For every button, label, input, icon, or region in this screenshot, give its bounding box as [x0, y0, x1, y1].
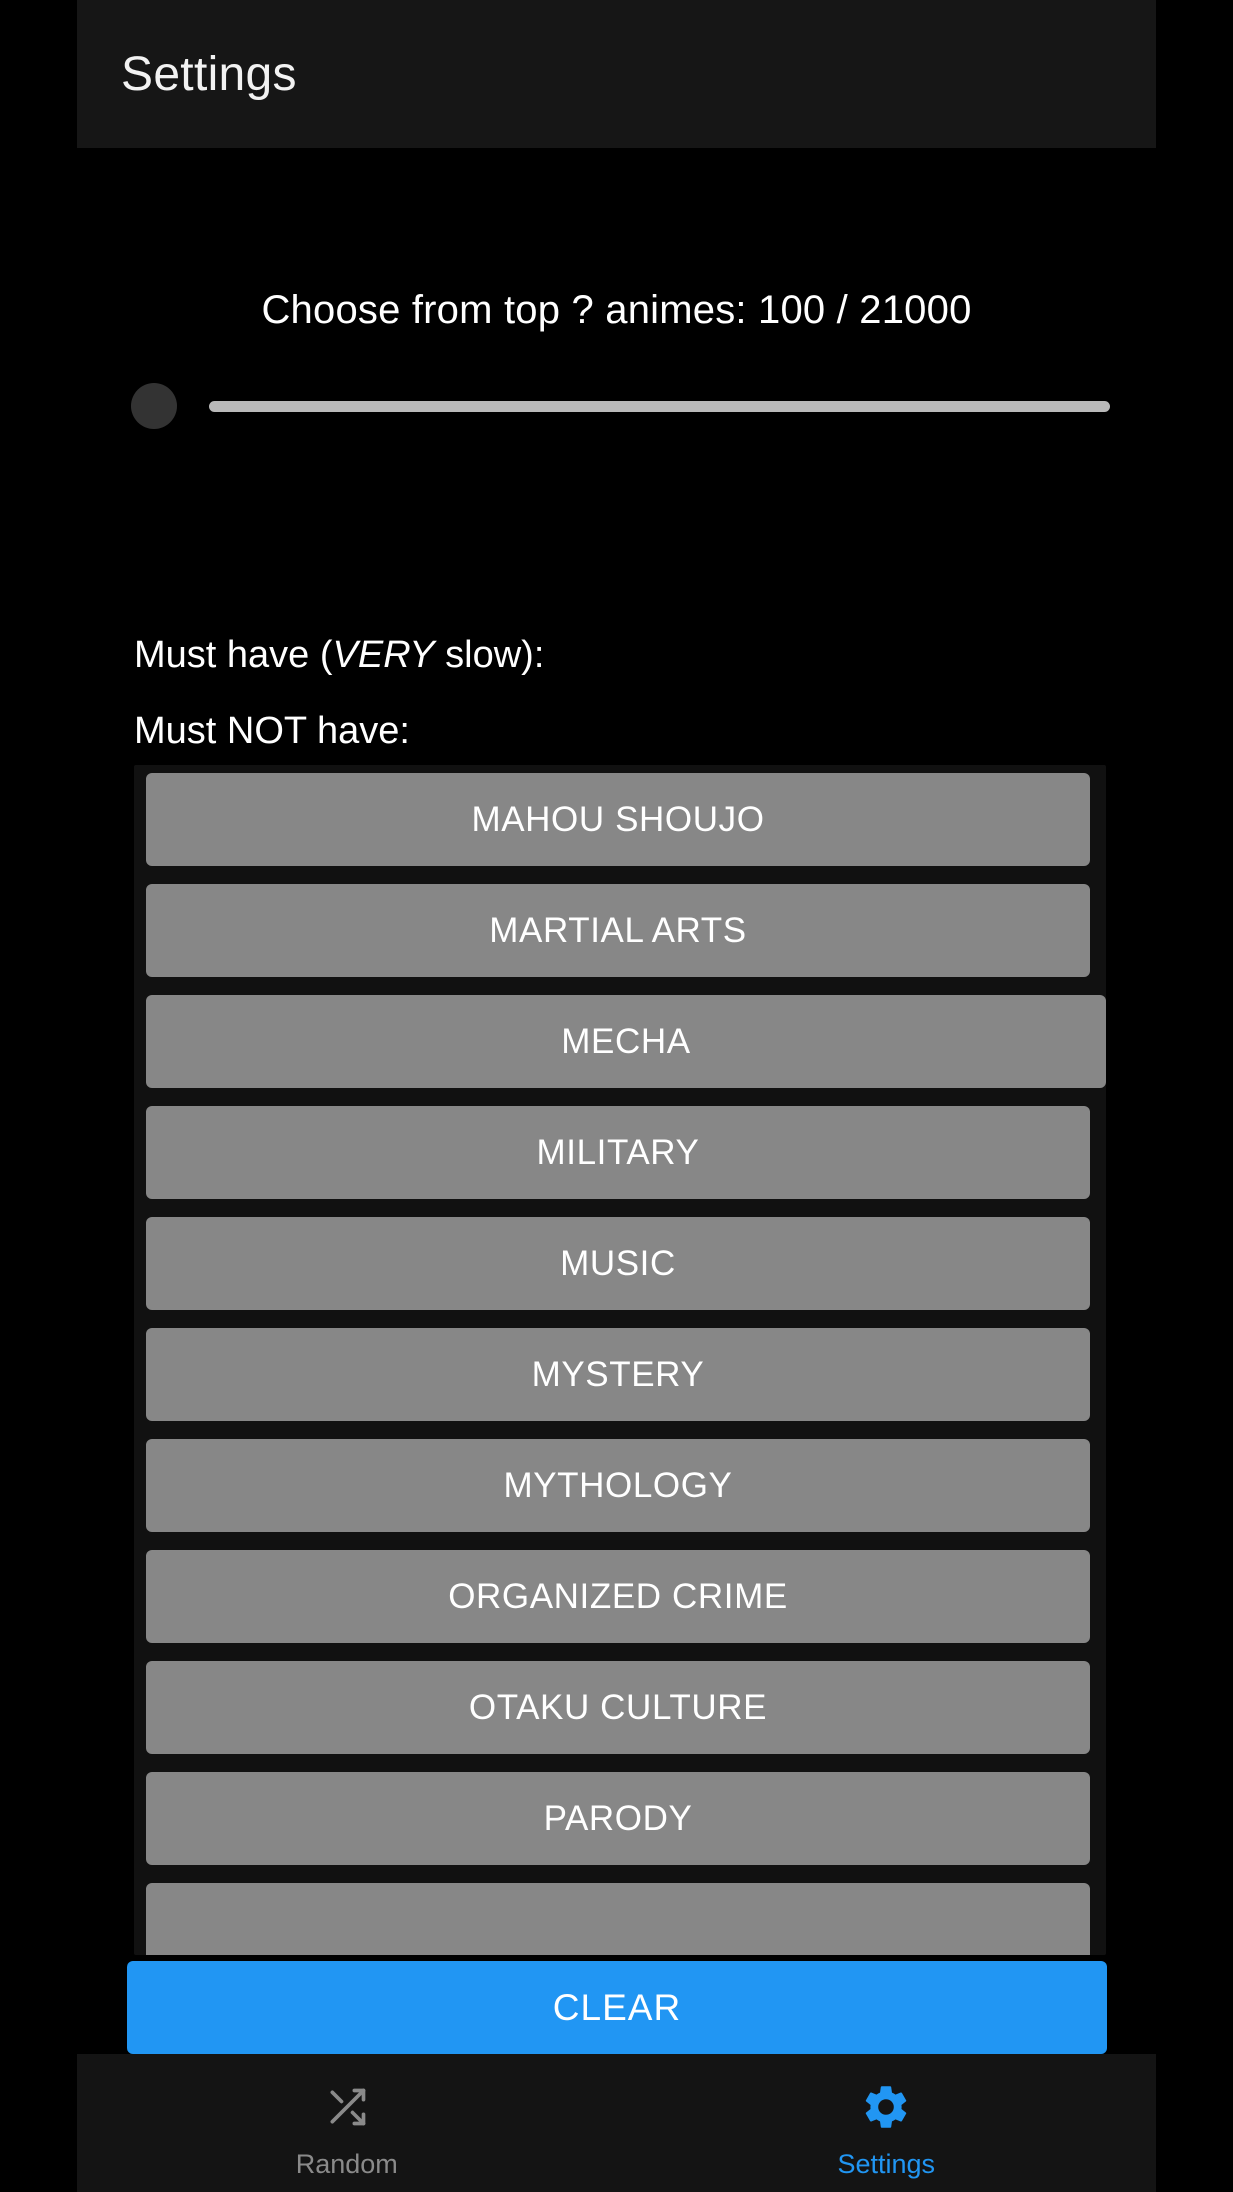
nav-label-random: Random [295, 2148, 398, 2179]
must-have-emphasis: VERY [332, 634, 435, 676]
bottom-navigation: Random Settings [77, 2054, 1156, 2192]
app-root: Settings Choose from top ? animes: 100 /… [0, 0, 1233, 2192]
genre-button[interactable]: PARODY [146, 1772, 1090, 1865]
filter-headings: Must have (VERY slow): Must NOT have: [77, 600, 1156, 750]
genre-list-inner: MAHOU SHOUJO MARTIAL ARTS MECHA MILITARY… [134, 765, 1106, 1955]
nav-tab-random[interactable]: Random [77, 2054, 617, 2192]
genre-button[interactable]: MYSTERY [146, 1328, 1090, 1421]
genre-button[interactable]: MAHOU SHOUJO [146, 773, 1090, 866]
genre-button[interactable]: MUSIC [146, 1217, 1090, 1310]
top-animes-slider[interactable] [77, 373, 1156, 433]
genre-button[interactable]: MECHA [146, 995, 1106, 1088]
genre-button[interactable]: MILITARY [146, 1106, 1090, 1199]
must-not-have-label: Must NOT have: [134, 710, 410, 752]
must-have-prefix: Must have ( [134, 634, 333, 676]
slider-thumb[interactable] [131, 383, 177, 429]
gear-icon [860, 2081, 912, 2133]
clear-button[interactable]: CLEAR [127, 1961, 1107, 2054]
genre-button[interactable]: OTAKU CULTURE [146, 1661, 1090, 1754]
genre-button[interactable]: MYTHOLOGY [146, 1439, 1090, 1532]
app-header: Settings [77, 0, 1156, 148]
shuffle-icon [322, 2081, 372, 2133]
genre-button[interactable]: ORGANIZED CRIME [146, 1550, 1090, 1643]
must-have-label: Must have (VERY slow): [134, 636, 1156, 674]
page-title: Settings [121, 47, 297, 101]
genre-button[interactable]: MARTIAL ARTS [146, 884, 1090, 977]
nav-label-settings: Settings [837, 2148, 936, 2179]
slider-label: Choose from top ? animes: 100 / 21000 [261, 288, 972, 332]
top-animes-section: Choose from top ? animes: 100 / 21000 [77, 148, 1156, 433]
slider-track[interactable] [209, 401, 1110, 412]
genre-exclude-list[interactable]: MAHOU SHOUJO MARTIAL ARTS MECHA MILITARY… [134, 765, 1106, 1955]
nav-tab-settings[interactable]: Settings [617, 2054, 1157, 2192]
genre-button[interactable] [146, 1883, 1090, 1955]
must-have-suffix: slow): [434, 634, 545, 676]
